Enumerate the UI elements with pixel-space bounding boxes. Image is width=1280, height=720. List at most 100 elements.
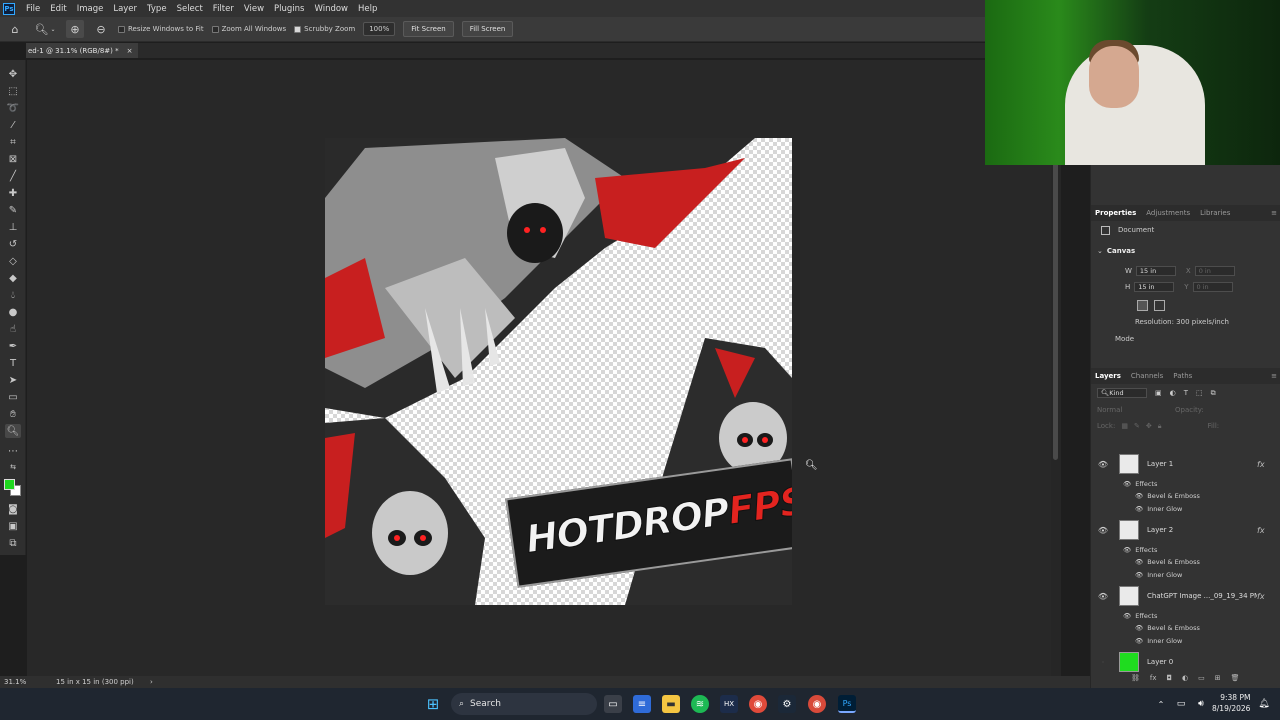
- layer-row[interactable]: 👁︎ Layer 2 fx: [1091, 518, 1271, 542]
- menu-plugins[interactable]: Plugins: [269, 4, 309, 14]
- tab-properties[interactable]: Properties: [1095, 209, 1136, 217]
- lasso-tool-icon[interactable]: ➰: [5, 101, 21, 115]
- fit-screen-button[interactable]: Fit Screen: [403, 21, 454, 37]
- resize-windows-checkbox[interactable]: [118, 25, 125, 33]
- rectangle-tool-icon[interactable]: ▭: [5, 390, 21, 404]
- x-field[interactable]: 0 in: [1194, 266, 1235, 276]
- layer-name[interactable]: Layer 2: [1147, 526, 1257, 534]
- file-explorer-icon[interactable]: ▬: [662, 695, 680, 713]
- layer-name[interactable]: ChatGPT Image ..._09_19_34 PM: [1147, 592, 1257, 600]
- volume-icon[interactable]: 🔊︎: [1192, 695, 1210, 713]
- notification-bell-icon[interactable]: 🔔︎: [1255, 695, 1273, 713]
- zoom-all-checkbox[interactable]: [211, 25, 219, 33]
- y-field[interactable]: 0 in: [1192, 282, 1233, 292]
- windows-start-icon[interactable]: ⊞: [424, 695, 442, 713]
- eye-icon[interactable]: 👁︎: [1135, 558, 1143, 566]
- lock-pixels-icon[interactable]: ▦: [1121, 422, 1128, 430]
- taskbar-search[interactable]: ⌕ Search: [451, 693, 597, 715]
- menu-filter[interactable]: Filter: [208, 4, 239, 14]
- marquee-tool-icon[interactable]: ⬚: [5, 84, 21, 98]
- hand-tool-icon[interactable]: ✋︎: [5, 407, 21, 421]
- eye-icon[interactable]: 👁︎: [1135, 637, 1143, 645]
- add-mask-icon[interactable]: ◘: [1167, 674, 1173, 682]
- canvas-workspace[interactable]: HOTDROPFPS 🔍︎: [27, 60, 1051, 676]
- photoshop-logo-icon[interactable]: Ps: [3, 2, 15, 15]
- filter-smart-icon[interactable]: ⧉: [1211, 389, 1216, 398]
- layers-menu-icon[interactable]: ≡: [1271, 372, 1277, 380]
- add-style-icon[interactable]: fx: [1150, 674, 1157, 682]
- pen-tool-icon[interactable]: ✒: [5, 339, 21, 353]
- eraser-tool-icon[interactable]: ◇: [5, 254, 21, 268]
- hud-fx-icon[interactable]: HX: [720, 695, 738, 713]
- vertical-scroll-thumb[interactable]: [1053, 160, 1058, 460]
- network-icon[interactable]: ▭: [1172, 695, 1190, 713]
- visibility-eye-hidden-icon[interactable]: ·: [1097, 658, 1109, 667]
- filter-shape-icon[interactable]: ⬚: [1196, 389, 1203, 397]
- type-tool-icon[interactable]: T: [5, 356, 21, 370]
- tray-chevron-icon[interactable]: ⌃: [1152, 695, 1170, 713]
- status-zoom[interactable]: 31.1%: [0, 678, 50, 686]
- more-tools-icon[interactable]: ⋯: [5, 444, 21, 458]
- filter-type-icon[interactable]: T: [1184, 389, 1188, 397]
- visibility-eye-icon[interactable]: 👁︎: [1097, 526, 1109, 535]
- scrubby-zoom-option[interactable]: Scrubby Zoom: [294, 25, 355, 33]
- landscape-orientation-icon[interactable]: [1154, 299, 1165, 311]
- effect-inner-glow[interactable]: 👁︎ Inner Glow: [1135, 503, 1275, 515]
- history-brush-icon[interactable]: ↺: [5, 237, 21, 251]
- paint-bucket-icon[interactable]: ◆: [5, 271, 21, 285]
- tab-layers[interactable]: Layers: [1095, 372, 1121, 380]
- filter-pixel-icon[interactable]: ▣: [1155, 389, 1162, 397]
- task-view-icon[interactable]: ▭: [604, 695, 622, 713]
- menu-layer[interactable]: Layer: [108, 4, 142, 14]
- width-field[interactable]: 15 in: [1135, 266, 1176, 276]
- menu-help[interactable]: Help: [353, 4, 382, 14]
- eye-icon[interactable]: 👁︎: [1123, 612, 1131, 620]
- effects-row[interactable]: 👁︎ Effects: [1123, 610, 1263, 622]
- notepad-icon[interactable]: ≡: [633, 695, 651, 713]
- fill-screen-button[interactable]: Fill Screen: [461, 21, 514, 37]
- layer-row[interactable]: 👁︎ Layer 1 fx: [1091, 452, 1271, 476]
- kind-filter[interactable]: 🔍︎ Kind: [1097, 388, 1147, 398]
- zoom-tool-icon[interactable]: 🔍︎: [5, 424, 21, 438]
- layer-name[interactable]: Layer 1: [1147, 460, 1257, 468]
- effects-row[interactable]: 👁︎ Effects: [1123, 478, 1263, 490]
- eye-icon[interactable]: 👁︎: [1135, 505, 1143, 513]
- taskbar-clock[interactable]: 9:38 PM 8/19/2026: [1212, 692, 1250, 714]
- visibility-eye-icon[interactable]: 👁︎: [1097, 592, 1109, 601]
- status-arrow-icon[interactable]: ›: [150, 678, 153, 686]
- frame-tool-icon[interactable]: ⊠: [5, 152, 21, 166]
- quick-select-tool-icon[interactable]: ⁄: [5, 118, 21, 132]
- layer-row[interactable]: · Layer 0: [1091, 650, 1271, 674]
- foreground-color-swatch[interactable]: [4, 479, 15, 490]
- menu-window[interactable]: Window: [309, 4, 353, 14]
- zoom-percent-field[interactable]: 100%: [363, 22, 396, 36]
- smudge-tool-icon[interactable]: ☝︎: [5, 322, 21, 336]
- visibility-eye-icon[interactable]: 👁︎: [1097, 460, 1109, 469]
- menu-select[interactable]: Select: [172, 4, 208, 14]
- screen-mode-icon[interactable]: ▣: [5, 519, 21, 533]
- new-layer-icon[interactable]: ⊞: [1215, 674, 1221, 682]
- move-tool-icon[interactable]: ✥: [5, 67, 21, 81]
- document-tab[interactable]: ed-1 @ 31.1% (RGB/8#) * ×: [26, 43, 139, 58]
- photoshop-taskbar-icon[interactable]: Ps: [838, 695, 856, 713]
- zoom-in-icon[interactable]: ⊕: [66, 20, 84, 38]
- fx-icon[interactable]: fx: [1257, 460, 1265, 469]
- layer-row[interactable]: 👁︎ ChatGPT Image ..._09_19_34 PM fx: [1091, 584, 1271, 608]
- document-canvas[interactable]: HOTDROPFPS: [325, 138, 792, 605]
- tab-adjustments[interactable]: Adjustments: [1146, 209, 1190, 217]
- eye-icon[interactable]: 👁︎: [1135, 571, 1143, 579]
- zoom-all-windows-option[interactable]: Zoom All Windows: [211, 25, 286, 33]
- menu-view[interactable]: View: [239, 4, 269, 14]
- home-icon[interactable]: ⌂: [6, 20, 24, 38]
- chrome-profile-icon[interactable]: ◉: [808, 695, 826, 713]
- blend-mode-select[interactable]: Normal: [1097, 406, 1157, 414]
- blur-tool-icon[interactable]: 💧︎: [5, 288, 21, 302]
- swap-colors-icon[interactable]: ⇆: [5, 460, 21, 474]
- effects-row[interactable]: 👁︎ Effects: [1123, 544, 1263, 556]
- zoom-tool-preset-icon[interactable]: 🔍︎ ⌄: [32, 20, 58, 38]
- lock-position-icon[interactable]: ✥: [1146, 422, 1152, 430]
- fx-icon[interactable]: fx: [1257, 526, 1265, 535]
- scrubby-zoom-checkbox[interactable]: [294, 25, 302, 33]
- effect-bevel-emboss[interactable]: 👁︎ Bevel & Emboss: [1135, 490, 1275, 502]
- tab-channels[interactable]: Channels: [1131, 372, 1163, 380]
